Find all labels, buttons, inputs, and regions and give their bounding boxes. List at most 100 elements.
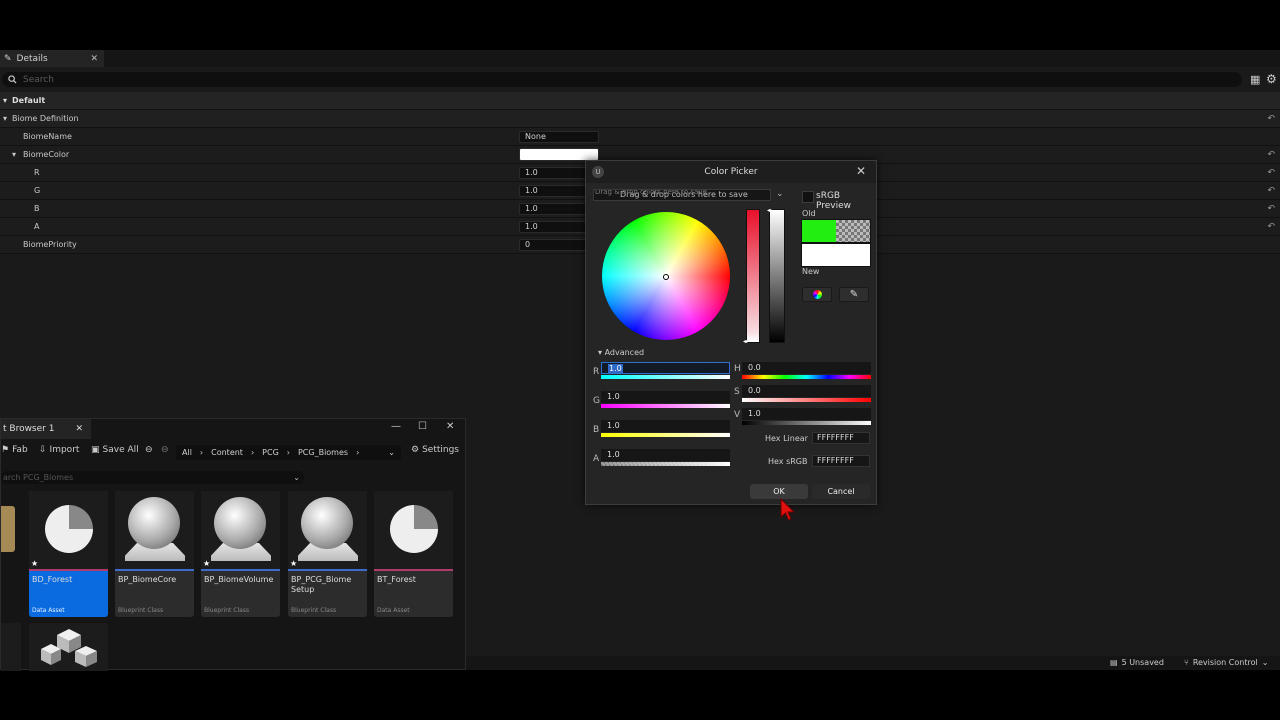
forward-icon[interactable]: ⊖ bbox=[161, 445, 169, 455]
ok-button[interactable]: OK bbox=[750, 484, 808, 499]
expand-arrow-icon[interactable]: ▾ bbox=[3, 114, 7, 123]
slider-handle-icon[interactable]: ◂▸ bbox=[743, 338, 749, 345]
breadcrumb-item[interactable]: PCG_Biomes bbox=[298, 448, 348, 457]
a-channel-slider[interactable] bbox=[601, 462, 730, 466]
property-label: R bbox=[34, 168, 40, 177]
details-tab-label: Details bbox=[16, 53, 48, 64]
breadcrumb-item[interactable]: Content bbox=[211, 448, 243, 457]
v-channel-field[interactable]: 1.0 bbox=[742, 408, 871, 420]
reset-icon[interactable]: ↶ bbox=[1267, 204, 1275, 214]
asset-type: Blueprint Class bbox=[118, 607, 164, 614]
property-label: BiomeColor bbox=[23, 150, 70, 159]
group-biome-definition[interactable]: ▾ Biome Definition ↶ bbox=[0, 110, 1280, 128]
expand-arrow-icon[interactable]: ▾ bbox=[3, 96, 7, 105]
new-color-swatch bbox=[801, 243, 871, 267]
hex-linear-label: Hex Linear bbox=[765, 434, 808, 443]
close-icon[interactable]: ✕ bbox=[446, 421, 454, 432]
asset-tile-bp-biomevolume[interactable]: ★ BP_BiomeVolume Blueprint Class bbox=[201, 491, 280, 617]
content-browser-tab[interactable]: t Browser 1 ✕ bbox=[1, 419, 91, 439]
cancel-button[interactable]: Cancel bbox=[812, 484, 870, 499]
close-icon[interactable]: ✕ bbox=[856, 164, 866, 178]
b-channel-field[interactable]: 1.0 bbox=[601, 420, 730, 432]
partial-asset-thumbnail[interactable] bbox=[1, 623, 21, 671]
blueprint-sphere-icon bbox=[301, 497, 353, 549]
maximize-icon[interactable]: ☐ bbox=[418, 421, 427, 432]
details-search-input[interactable]: Search bbox=[2, 72, 1242, 87]
v-channel-slider[interactable] bbox=[742, 421, 871, 425]
category-default[interactable]: ▾ Default bbox=[0, 92, 1280, 110]
settings-button[interactable]: ⚙ Settings bbox=[411, 445, 459, 455]
chevron-down-icon[interactable]: ⌄ bbox=[388, 448, 395, 457]
s-channel-slider[interactable] bbox=[742, 398, 871, 402]
cubes-icon bbox=[41, 629, 97, 667]
b-channel-slider[interactable] bbox=[601, 433, 730, 437]
s-channel-field[interactable]: 0.0 bbox=[742, 385, 871, 397]
star-icon: ★ bbox=[31, 559, 39, 568]
revision-control-button[interactable]: ⑂ Revision Control ⌄ bbox=[1184, 658, 1268, 667]
fab-button[interactable]: ⚑ Fab bbox=[1, 445, 28, 455]
value-slider[interactable] bbox=[769, 209, 785, 343]
star-icon: ★ bbox=[290, 559, 298, 568]
unsaved-icon: ▤ bbox=[1110, 658, 1118, 667]
old-color-swatch[interactable] bbox=[801, 219, 871, 243]
gear-icon[interactable]: ⚙ bbox=[1266, 72, 1277, 86]
color-wheel-selector[interactable] bbox=[663, 274, 669, 280]
table-view-icon[interactable]: ▦ bbox=[1250, 73, 1260, 86]
r-channel-slider[interactable] bbox=[601, 375, 730, 379]
save-all-label: Save All bbox=[102, 445, 139, 455]
hex-linear-field[interactable]: FFFFFFFF bbox=[812, 432, 870, 444]
branch-icon: ⑂ bbox=[1184, 658, 1189, 667]
asset-type: Data Asset bbox=[32, 607, 65, 614]
breadcrumb-item[interactable]: PCG bbox=[262, 448, 279, 457]
partial-asset-thumbnail[interactable] bbox=[1, 506, 15, 552]
saturation-slider[interactable] bbox=[746, 209, 760, 343]
asset-type-bar bbox=[288, 569, 367, 571]
chevron-right-icon: › bbox=[199, 448, 204, 457]
hex-srgb-field[interactable]: FFFFFFFF bbox=[812, 455, 870, 467]
reset-icon[interactable]: ↶ bbox=[1267, 186, 1275, 196]
content-browser-search-input[interactable]: arch PCG_Biomes ⌄ bbox=[1, 471, 304, 484]
import-button[interactable]: ⇩ Import bbox=[39, 445, 79, 455]
unsaved-button[interactable]: ▤ 5 Unsaved bbox=[1110, 658, 1164, 667]
save-icon: ▣ bbox=[91, 445, 100, 455]
reset-icon[interactable]: ↶ bbox=[1267, 114, 1275, 124]
close-icon[interactable]: ✕ bbox=[90, 54, 98, 64]
reset-icon[interactable]: ↶ bbox=[1267, 150, 1275, 160]
color-wheel-mode-button[interactable] bbox=[802, 287, 832, 302]
save-all-button[interactable]: ▣ Save All bbox=[91, 445, 139, 455]
r-channel-field[interactable]: 1.0 bbox=[601, 362, 730, 374]
b-channel-label: B bbox=[593, 425, 600, 435]
reset-icon[interactable]: ↶ bbox=[1267, 168, 1275, 178]
asset-tile-bd-forest[interactable]: ★ BD_Forest Data Asset bbox=[29, 491, 108, 617]
g-channel-slider[interactable] bbox=[601, 404, 730, 408]
eyedropper-button[interactable]: ✎ bbox=[839, 287, 869, 302]
asset-type-bar bbox=[115, 569, 194, 571]
h-channel-field[interactable]: 0.0 bbox=[742, 362, 871, 374]
biome-name-field[interactable]: None bbox=[519, 130, 599, 143]
reset-icon[interactable]: ↶ bbox=[1267, 222, 1275, 232]
g-channel-field[interactable]: 1.0 bbox=[601, 391, 730, 403]
h-channel-slider[interactable] bbox=[742, 375, 871, 379]
chevron-down-icon[interactable]: ⌄ bbox=[776, 189, 784, 199]
asset-tile-bp-pcg-biome-setup[interactable]: ★ BP_PCG_Biome Setup Blueprint Class bbox=[288, 491, 367, 617]
asset-tile-bt-forest[interactable]: BT_Forest Data Asset bbox=[374, 491, 453, 617]
asset-tile-cubes[interactable] bbox=[29, 623, 108, 671]
color-picker-titlebar[interactable]: U Color Picker ✕ bbox=[586, 161, 876, 183]
details-tab[interactable]: ✎ Details ✕ bbox=[0, 50, 104, 67]
slider-handle-icon[interactable]: ◂▸ bbox=[767, 207, 773, 214]
import-icon: ⇩ bbox=[39, 445, 47, 455]
chevron-down-icon[interactable]: ⌄ bbox=[293, 471, 300, 484]
advanced-section[interactable]: ▾ Advanced bbox=[598, 348, 644, 357]
asset-thumbnail: ★ bbox=[29, 491, 108, 569]
s-channel-label: S bbox=[734, 387, 740, 397]
a-channel-field[interactable]: 1.0 bbox=[601, 449, 730, 461]
color-theme-bar[interactable]: Drag & drop colors here to save Drag & d… bbox=[593, 189, 771, 201]
srgb-preview-checkbox[interactable] bbox=[802, 191, 814, 203]
asset-tile-bp-biomecore[interactable]: BP_BiomeCore Blueprint Class bbox=[115, 491, 194, 617]
star-icon: ★ bbox=[203, 559, 211, 568]
close-icon[interactable]: ✕ bbox=[75, 424, 83, 434]
back-icon[interactable]: ⊖ bbox=[145, 445, 153, 455]
breadcrumb-item[interactable]: All bbox=[182, 448, 192, 457]
minimize-icon[interactable]: — bbox=[391, 421, 401, 432]
expand-arrow-icon[interactable]: ▾ bbox=[12, 150, 16, 159]
